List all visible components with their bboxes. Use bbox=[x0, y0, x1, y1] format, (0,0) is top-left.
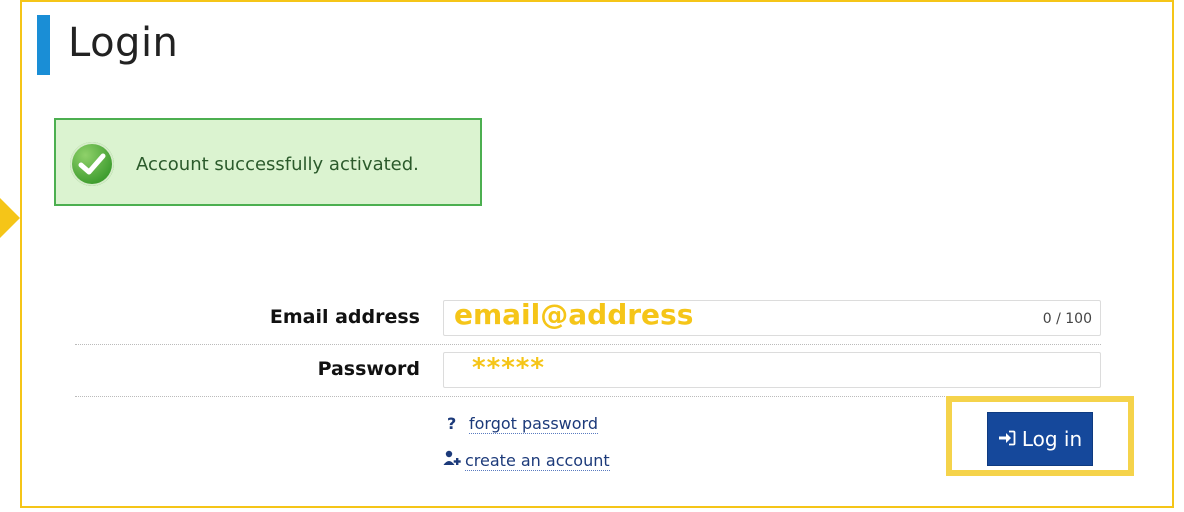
add-user-icon bbox=[443, 450, 465, 470]
success-alert: Account successfully activated. bbox=[54, 118, 482, 206]
page-title: Login bbox=[68, 20, 179, 66]
question-mark-icon: ? bbox=[447, 414, 457, 433]
forgot-password-row: ? forgot password bbox=[447, 414, 598, 434]
password-field[interactable]: ***** bbox=[443, 352, 1101, 388]
divider bbox=[75, 344, 1101, 345]
email-label: Email address bbox=[269, 306, 420, 328]
create-account-row: create an account bbox=[443, 450, 610, 471]
check-circle-icon bbox=[70, 142, 114, 186]
title-accent-bar bbox=[37, 15, 50, 75]
password-label: Password bbox=[317, 358, 420, 380]
email-value: email@address bbox=[454, 298, 694, 331]
email-char-counter: 0 / 100 bbox=[1042, 311, 1092, 327]
forgot-password-link[interactable]: forgot password bbox=[469, 414, 598, 434]
callout-pointer bbox=[0, 198, 20, 238]
password-value: ***** bbox=[472, 353, 545, 383]
login-button[interactable]: Log in bbox=[987, 412, 1093, 466]
login-button-label: Log in bbox=[1021, 427, 1083, 451]
success-message: Account successfully activated. bbox=[136, 154, 419, 175]
email-field[interactable]: email@address 0 / 100 bbox=[443, 298, 1101, 336]
create-account-link[interactable]: create an account bbox=[465, 451, 610, 471]
sign-in-icon bbox=[998, 427, 1016, 451]
